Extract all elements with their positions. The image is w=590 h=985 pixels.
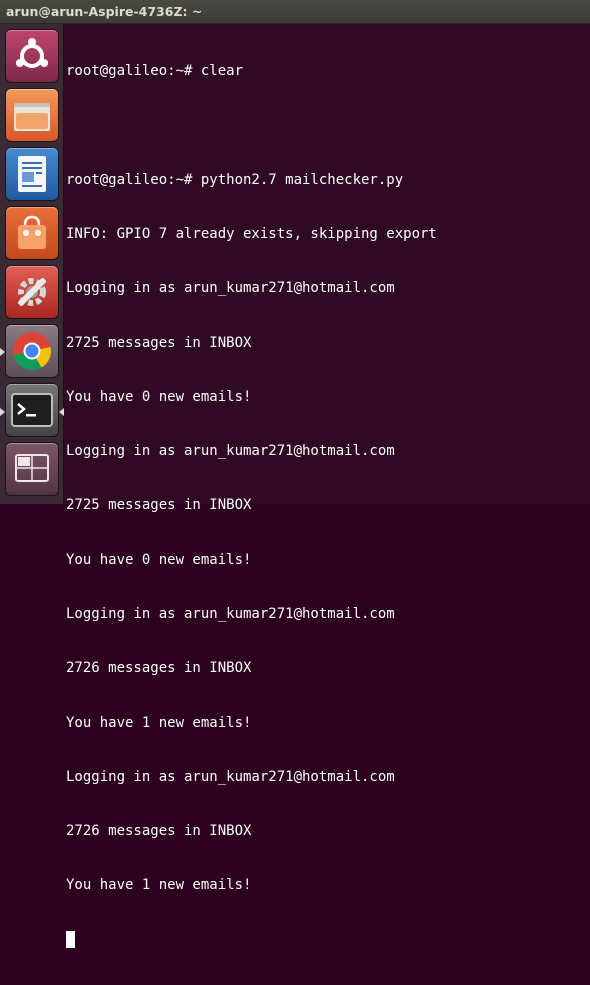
terminal-line: INFO: GPIO 7 already exists, skipping ex… — [66, 226, 437, 243]
terminal-line: Logging in as arun_kumar271@hotmail.com — [66, 606, 395, 622]
ubuntu-logo-icon — [15, 38, 49, 68]
window-title: arun@arun-Aspire-4736Z: ~ — [6, 4, 203, 19]
chrome-button[interactable] — [6, 325, 58, 377]
terminal-line: 2726 messages in INBOX — [66, 823, 252, 840]
terminal-line: Logging in as arun_kumar271@hotmail.com — [66, 443, 395, 460]
system-settings-button[interactable] — [6, 266, 58, 318]
chrome-icon — [13, 332, 51, 371]
terminal-line: You have 0 new emails! — [66, 551, 252, 568]
terminal-output: root@galileo:~# clear root@galileo:~# py… — [66, 26, 437, 985]
software-center-button[interactable] — [6, 207, 58, 259]
window-title-bar[interactable]: arun@arun-Aspire-4736Z: ~ — [0, 0, 590, 24]
workspace-switcher-button[interactable] — [6, 443, 58, 495]
terminal-line: 2726 messages in INBOX — [66, 660, 252, 677]
terminal-line: Logging in as arun_kumar271@hotmail.com — [66, 768, 395, 785]
terminal-line: You have 1 new emails! — [66, 714, 252, 731]
chrome-running-indicator — [0, 348, 5, 356]
terminal-line: 2725 messages in INBOX — [66, 497, 252, 514]
writer-button[interactable] — [6, 148, 58, 200]
document-icon — [18, 156, 46, 192]
terminal-prompt-line[interactable] — [66, 930, 437, 949]
terminal-line: You have 1 new emails! — [66, 877, 252, 894]
files-button[interactable] — [6, 89, 58, 141]
terminal-line: root@galileo:~# python2.7 mailchecker.py — [66, 171, 404, 188]
terminal-button[interactable] — [6, 384, 58, 436]
terminal-window[interactable]: root@galileo:~# clear root@galileo:~# py… — [64, 24, 590, 948]
terminal-line: 2725 messages in INBOX — [66, 334, 252, 351]
terminal-line: You have 0 new emails! — [66, 388, 252, 405]
wrench-gear-icon — [17, 277, 47, 307]
terminal-line: root@galileo:~# clear — [66, 63, 244, 80]
terminal-line: Logging in as arun_kumar271@hotmail.com — [66, 280, 395, 297]
terminal-cursor — [66, 930, 75, 948]
terminal-icon — [11, 393, 53, 427]
terminal-running-indicator — [0, 408, 5, 416]
shopping-bag-icon — [18, 215, 46, 249]
dash-home-button[interactable] — [6, 30, 58, 82]
folder-icon — [14, 103, 50, 131]
workspace-icon — [15, 454, 49, 482]
unity-launcher — [0, 24, 64, 504]
